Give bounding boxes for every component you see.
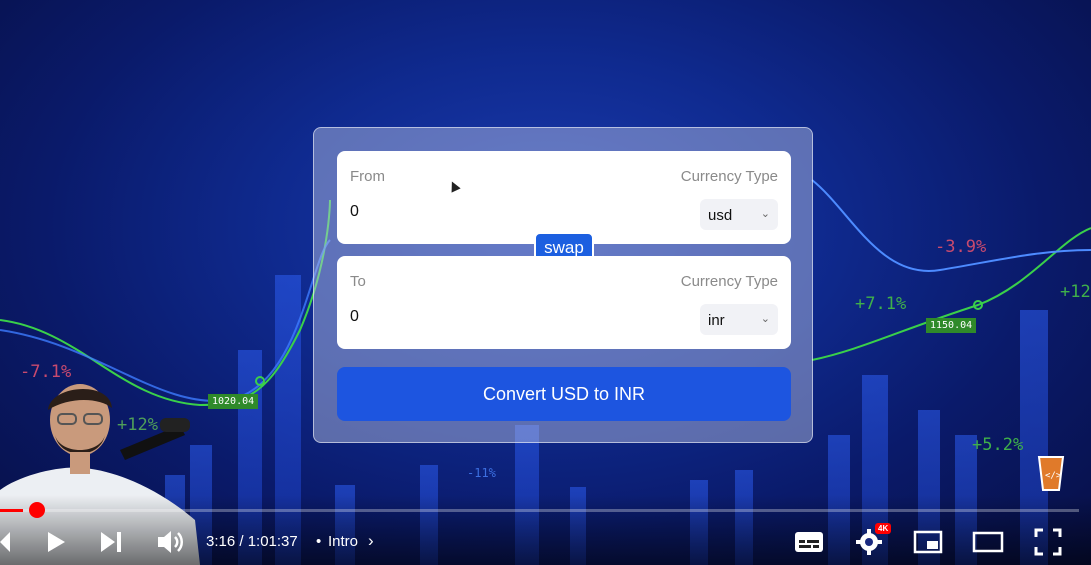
price-tag: 1150.04 — [926, 318, 977, 333]
bg-percent-label: +12 — [1060, 282, 1091, 302]
progress-played — [0, 509, 23, 512]
theater-icon[interactable] — [972, 531, 1004, 553]
from-box: From Currency Type usd ⌄ — [337, 151, 791, 244]
bg-percent-label: -11% — [467, 466, 496, 480]
to-currency-value: inr — [708, 312, 725, 329]
to-box: To Currency Type inr ⌄ — [337, 256, 791, 349]
chevron-right-icon[interactable]: › — [368, 531, 374, 551]
fullscreen-icon[interactable] — [1034, 528, 1062, 556]
from-currency-type-label: Currency Type — [680, 168, 778, 185]
miniplayer-icon[interactable] — [913, 530, 943, 554]
svg-text:</>: </> — [1045, 471, 1062, 481]
from-label: From — [350, 168, 385, 185]
progress-bar[interactable] — [0, 509, 1079, 512]
currency-converter-card: From Currency Type usd ⌄ swap To Currenc… — [313, 127, 813, 443]
to-label: To — [350, 273, 366, 290]
bg-percent-label: +7.1% — [855, 294, 907, 314]
play-icon[interactable] — [45, 530, 67, 554]
from-currency-select[interactable]: usd ⌄ — [700, 199, 778, 230]
quality-badge: 4K — [875, 523, 892, 534]
from-amount-input[interactable] — [350, 203, 650, 221]
volume-icon[interactable] — [156, 529, 184, 555]
chapter-title[interactable]: Intro — [328, 533, 358, 550]
time-display: 3:16 / 1:01:37 — [206, 533, 298, 550]
chapter-separator: • — [316, 533, 322, 550]
bg-percent-label: -7.1% — [20, 362, 72, 382]
channel-logo-icon: </> — [1037, 456, 1065, 491]
convert-button[interactable]: Convert USD to INR — [337, 367, 791, 421]
price-tag: 1020.04 — [208, 394, 259, 409]
subtitles-icon[interactable] — [794, 530, 824, 554]
from-currency-value: usd — [708, 207, 733, 224]
to-currency-select[interactable]: inr ⌄ — [700, 304, 778, 335]
chevron-down-icon: ⌄ — [760, 313, 770, 325]
bg-percent-label: +5.2% — [972, 435, 1024, 455]
next-icon[interactable] — [99, 530, 123, 554]
bg-percent-label: -3.9% — [935, 237, 987, 257]
prev-icon[interactable] — [0, 530, 12, 554]
to-currency-type-label: Currency Type — [680, 273, 778, 290]
to-amount-input[interactable] — [350, 308, 650, 326]
progress-scrubber[interactable] — [29, 502, 45, 518]
chevron-down-icon: ⌄ — [760, 208, 770, 220]
